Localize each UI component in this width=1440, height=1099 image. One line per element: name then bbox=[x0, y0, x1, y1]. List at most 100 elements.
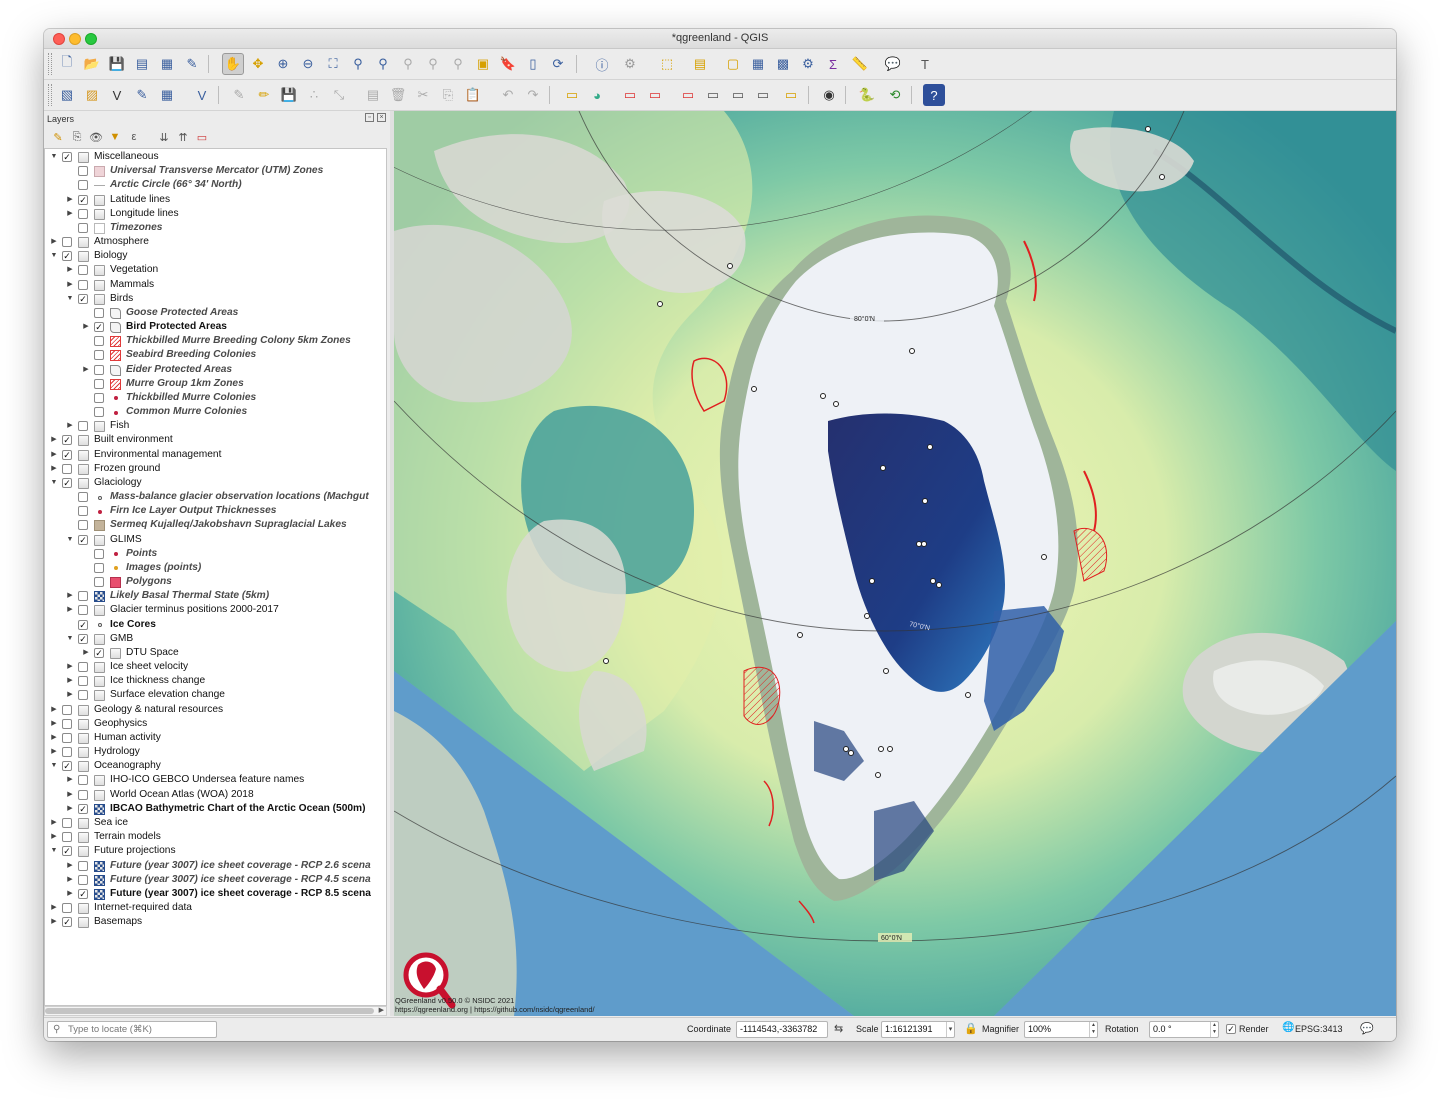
expand-arrow-icon[interactable]: ▶ bbox=[65, 589, 75, 603]
layer-tree-item[interactable]: Polygons bbox=[45, 575, 386, 589]
layer-visibility-checkbox[interactable] bbox=[62, 832, 72, 843]
manage-theme-icon[interactable]: 👁 bbox=[88, 129, 104, 145]
spinner-icon[interactable]: ▲ ▼ bbox=[1210, 1022, 1218, 1037]
expand-arrow-icon[interactable]: ▶ bbox=[65, 674, 75, 688]
select-features-icon[interactable]: ⬚ bbox=[656, 53, 678, 75]
layer-visibility-checkbox[interactable]: ✓ bbox=[62, 152, 72, 162]
layer-tree-item[interactable]: ▶ Fish bbox=[45, 419, 386, 433]
expand-arrow-icon[interactable]: ▶ bbox=[49, 433, 59, 447]
open-project-icon[interactable]: 📂 bbox=[81, 53, 103, 75]
layer-visibility-checkbox[interactable] bbox=[78, 492, 88, 503]
expand-arrow-icon[interactable]: ▶ bbox=[49, 235, 59, 249]
layer-visibility-checkbox[interactable]: ✓ bbox=[78, 534, 88, 545]
zoom-out-icon[interactable]: ⊖ bbox=[297, 53, 319, 75]
style-layer-icon[interactable]: ✎ bbox=[50, 129, 66, 145]
layer-visibility-checkbox[interactable]: ✓ bbox=[78, 619, 88, 630]
map-canvas[interactable]: 80°0'N 70°0'N 60°0'N QGreenland v0.50.0 … bbox=[394, 111, 1396, 1016]
layer-visibility-checkbox[interactable] bbox=[78, 208, 88, 219]
layer-tree-item[interactable]: Timezones bbox=[45, 221, 386, 235]
expand-arrow-icon[interactable]: ▶ bbox=[49, 915, 59, 929]
crs-button[interactable]: EPSG:3413 bbox=[1295, 1024, 1343, 1034]
layer-visibility-checkbox[interactable] bbox=[94, 336, 104, 347]
text-annotation-icon[interactable]: T bbox=[914, 53, 936, 75]
layer-visibility-checkbox[interactable] bbox=[78, 265, 88, 276]
layer-visibility-checkbox[interactable]: ✓ bbox=[62, 435, 72, 446]
show-bookmarks-icon[interactable]: ▯ bbox=[522, 53, 544, 75]
pin-labels-icon[interactable]: ▭ bbox=[619, 84, 641, 106]
layer-tree-item[interactable]: Thickbilled Murre Breeding Colony 5km Zo… bbox=[45, 334, 386, 348]
zoom-in-icon[interactable]: ⊕ bbox=[272, 53, 294, 75]
map-tips-icon[interactable]: 💬 bbox=[882, 53, 904, 75]
layer-visibility-checkbox[interactable] bbox=[78, 789, 88, 800]
expand-arrow-icon[interactable]: ▶ bbox=[65, 603, 75, 617]
layer-tree-item[interactable]: Points bbox=[45, 547, 386, 561]
identify-features-icon[interactable]: ⓘ bbox=[591, 53, 613, 75]
layer-visibility-checkbox[interactable] bbox=[94, 548, 104, 559]
layer-tree-item[interactable]: ▶ Hydrology bbox=[45, 745, 386, 759]
layer-visibility-checkbox[interactable]: ✓ bbox=[62, 251, 72, 262]
expand-arrow-icon[interactable]: ▶ bbox=[49, 448, 59, 462]
expand-arrow-icon[interactable]: ▶ bbox=[65, 278, 75, 292]
python-console-icon[interactable]: 🐍 bbox=[856, 84, 878, 106]
layer-tree-item[interactable]: Universal Transverse Mercator (UTM) Zone… bbox=[45, 164, 386, 178]
layer-visibility-checkbox[interactable] bbox=[94, 378, 104, 389]
layer-tree-item[interactable]: ▶ Geology & natural resources bbox=[45, 703, 386, 717]
layer-tree-item[interactable]: ▶ ✓ Future (year 3007) ice sheet coverage … bbox=[45, 887, 386, 901]
layer-visibility-checkbox[interactable]: ✓ bbox=[78, 633, 88, 644]
spinner-icon[interactable]: ▲ ▼ bbox=[1089, 1022, 1097, 1037]
show-hide-labels-icon[interactable]: ▭ bbox=[677, 84, 699, 106]
layer-visibility-checkbox[interactable]: ✓ bbox=[94, 322, 104, 333]
expand-arrow-icon[interactable]: ▶ bbox=[49, 717, 59, 731]
pan-map-icon[interactable]: ✋ bbox=[222, 53, 244, 75]
layer-visibility-checkbox[interactable] bbox=[78, 874, 88, 885]
zoom-last-icon[interactable]: ⚲ bbox=[422, 53, 444, 75]
save-edits-icon[interactable]: 💾 bbox=[278, 84, 300, 106]
expand-arrow-icon[interactable]: ▶ bbox=[49, 830, 59, 844]
layer-visibility-checkbox[interactable] bbox=[78, 860, 88, 871]
layer-visibility-checkbox[interactable] bbox=[94, 307, 104, 318]
layer-tree-item[interactable]: ▶ IHO-ICO GEBCO Undersea feature names bbox=[45, 773, 386, 787]
expand-arrow-icon[interactable]: ▶ bbox=[65, 873, 75, 887]
modify-attributes-icon[interactable]: ▤ bbox=[362, 84, 384, 106]
layer-tree-item[interactable]: ▶ Mammals bbox=[45, 278, 386, 292]
scrollbar-thumb[interactable] bbox=[45, 1008, 374, 1014]
layer-tree-item[interactable]: ▶ Atmosphere bbox=[45, 235, 386, 249]
layer-visibility-checkbox[interactable]: ✓ bbox=[78, 803, 88, 814]
layer-tree-item[interactable]: ▶ Ice sheet velocity bbox=[45, 660, 386, 674]
layer-tree-item[interactable]: ▶ Likely Basal Thermal State (5km) bbox=[45, 589, 386, 603]
delete-selected-icon[interactable]: 🗑 bbox=[387, 84, 409, 106]
chevron-down-icon[interactable]: ▾ bbox=[946, 1022, 954, 1037]
actions-icon[interactable]: ⚙ bbox=[619, 53, 641, 75]
layer-tree-item[interactable]: ▶ Terrain models bbox=[45, 830, 386, 844]
layer-tree-item[interactable]: ▶ Human activity bbox=[45, 731, 386, 745]
layer-tree-item[interactable]: ▶ World Ocean Atlas (WOA) 2018 bbox=[45, 788, 386, 802]
layer-tree-item[interactable]: ▶ ✓ Built environment bbox=[45, 433, 386, 447]
locator-search-input[interactable]: ⚲ Type to locate (⌘K) bbox=[47, 1021, 217, 1038]
layer-tree-item[interactable]: ▼ ✓ Biology bbox=[45, 249, 386, 263]
layer-visibility-checkbox[interactable] bbox=[78, 676, 88, 687]
layer-visibility-checkbox[interactable] bbox=[62, 237, 72, 248]
layer-tree-item[interactable]: Thickbilled Murre Colonies bbox=[45, 391, 386, 405]
layer-tree-item[interactable]: Sermeq Kujalleq/Jakobshavn Supraglacial … bbox=[45, 518, 386, 532]
filter-expression-icon[interactable]: ε bbox=[126, 129, 142, 145]
layer-visibility-checkbox[interactable] bbox=[78, 591, 88, 602]
statistical-summary-icon[interactable]: Σ bbox=[822, 53, 844, 75]
layer-visibility-checkbox[interactable] bbox=[78, 279, 88, 290]
collapse-arrow-icon[interactable]: ▼ bbox=[49, 844, 59, 858]
layer-visibility-checkbox[interactable] bbox=[62, 704, 72, 715]
layer-visibility-checkbox[interactable] bbox=[62, 747, 72, 758]
collapse-arrow-icon[interactable]: ▼ bbox=[65, 533, 75, 547]
highlight-labels-icon[interactable]: ▭ bbox=[644, 84, 666, 106]
measure-icon[interactable]: 📏 bbox=[849, 53, 871, 75]
layer-visibility-checkbox[interactable] bbox=[62, 903, 72, 913]
layer-visibility-checkbox[interactable] bbox=[78, 775, 88, 786]
layer-visibility-checkbox[interactable] bbox=[94, 364, 104, 375]
scroll-right-icon[interactable]: ▶ bbox=[379, 1006, 384, 1014]
expand-arrow-icon[interactable]: ▶ bbox=[81, 320, 91, 334]
float-panel-icon[interactable]: ▫ bbox=[365, 113, 374, 122]
redo-icon[interactable]: ↷ bbox=[522, 84, 544, 106]
refresh-icon[interactable]: ⟳ bbox=[547, 53, 569, 75]
layer-tree-item[interactable]: ▼ ✓ GLIMS bbox=[45, 533, 386, 547]
field-calculator-icon[interactable]: ▩ bbox=[772, 53, 794, 75]
plugin-tool-icon[interactable]: ◉ bbox=[818, 84, 840, 106]
